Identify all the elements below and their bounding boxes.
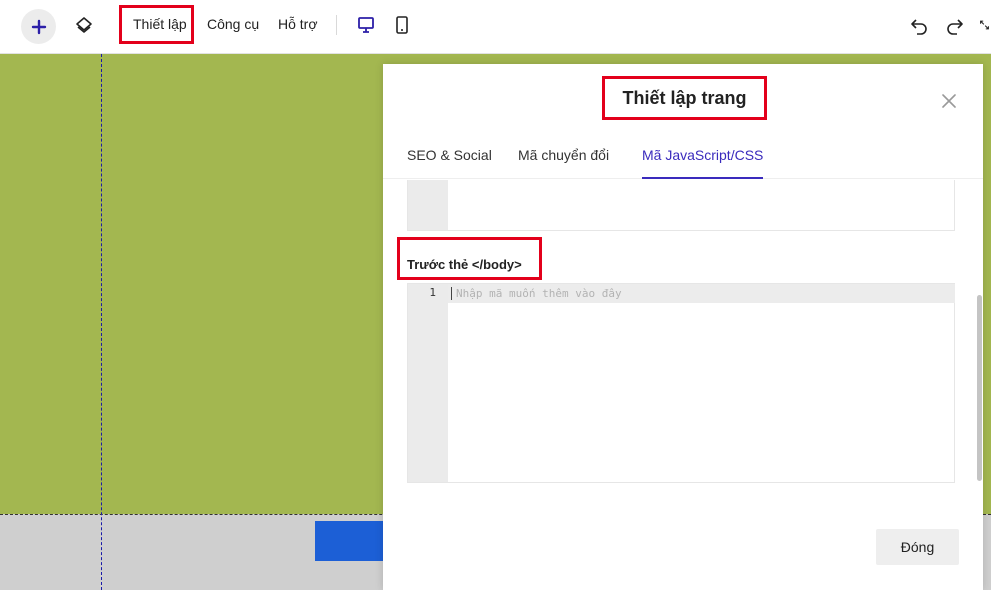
modal-title: Thiết lập trang — [622, 87, 747, 108]
menu-setup[interactable]: Thiết lập — [133, 16, 187, 32]
undo-button[interactable] — [907, 13, 931, 37]
editor-placeholder: Nhập mã muốn thêm vào đây — [456, 287, 622, 300]
close-icon — [942, 94, 956, 108]
editor-gutter: 1 — [408, 284, 448, 482]
layers-button[interactable] — [72, 13, 96, 37]
add-element-button[interactable] — [21, 9, 56, 44]
fullscreen-button[interactable] — [978, 13, 991, 37]
page-settings-modal: Thiết lập trang SEO & Social Mã chuyển đ… — [383, 64, 983, 590]
tab-seo-social[interactable]: SEO & Social — [407, 147, 492, 179]
close-button[interactable]: Đóng — [876, 529, 959, 565]
text-cursor — [451, 287, 452, 300]
head-code-editor[interactable] — [407, 180, 955, 231]
undo-icon — [911, 19, 927, 35]
plus-icon — [31, 19, 46, 34]
modal-tabs: SEO & Social Mã chuyển đổi Mã JavaScript… — [383, 142, 983, 179]
modal-title-highlight: Thiết lập trang — [602, 76, 767, 120]
top-toolbar: Thiết lập Công cụ Hỗ trợ — [0, 0, 991, 54]
menu-support[interactable]: Hỗ trợ — [278, 16, 318, 32]
before-body-code-editor[interactable]: 1 Nhập mã muốn thêm vào đây — [407, 283, 955, 483]
layers-icon — [76, 17, 92, 33]
toolbar-divider — [336, 15, 337, 35]
modal-scrollbar[interactable] — [977, 295, 982, 481]
layout-guide-line — [101, 54, 102, 590]
redo-button[interactable] — [943, 13, 967, 37]
tab-javascript-css[interactable]: Mã JavaScript/CSS — [642, 147, 764, 179]
fullscreen-icon — [980, 20, 989, 30]
redo-icon — [947, 19, 963, 35]
tab-conversion-code[interactable]: Mã chuyển đổi — [518, 147, 609, 179]
mobile-view-button[interactable] — [390, 13, 414, 37]
editor-gutter — [408, 180, 448, 230]
desktop-view-button[interactable] — [354, 13, 378, 37]
menu-tools[interactable]: Công cụ — [207, 16, 259, 32]
modal-close-button[interactable] — [940, 92, 958, 110]
mobile-icon — [396, 16, 408, 34]
before-body-label: Trước thẻ </body> — [407, 257, 522, 272]
desktop-icon — [358, 17, 374, 33]
line-number: 1 — [429, 286, 436, 299]
